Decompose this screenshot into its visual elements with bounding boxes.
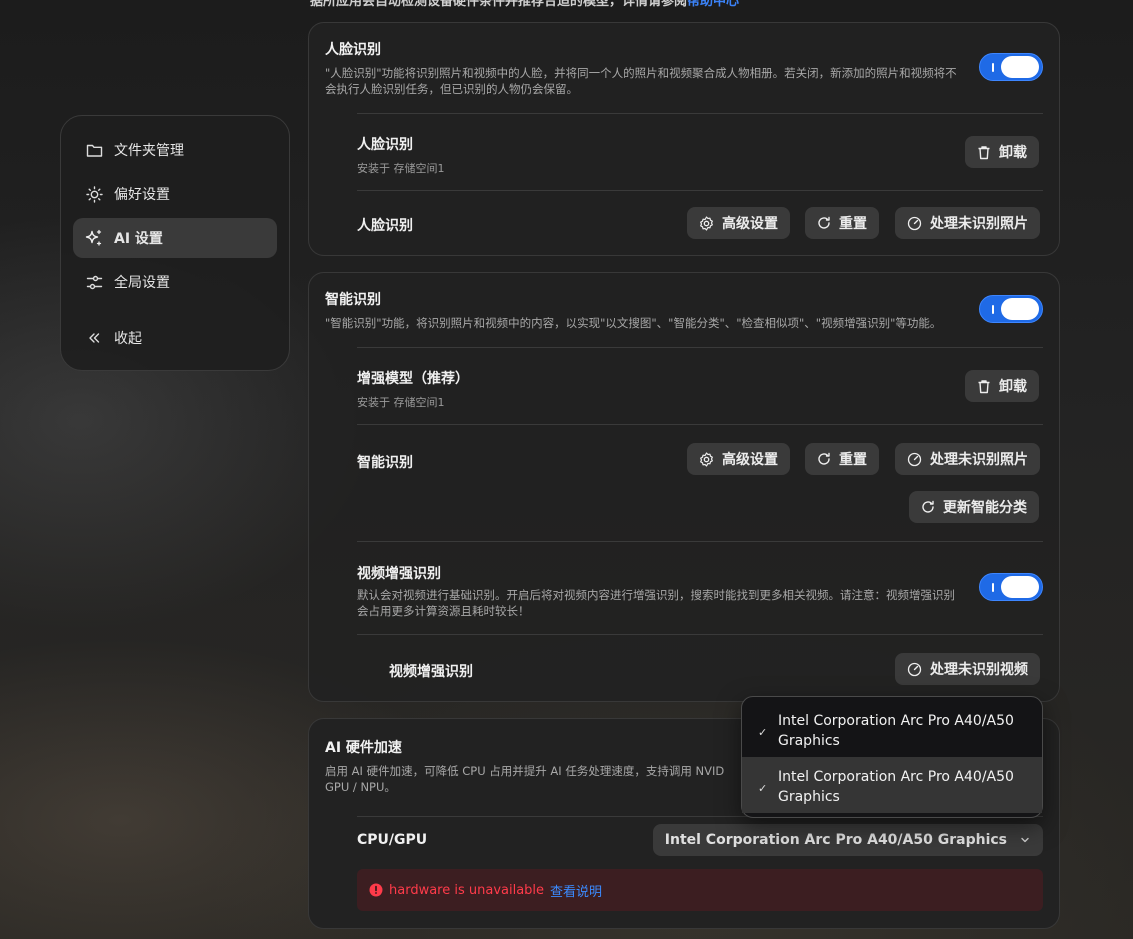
refresh-icon <box>818 216 830 229</box>
gauge-icon <box>907 662 922 676</box>
help-center-link[interactable]: 帮助中心 <box>687 0 739 9</box>
refresh-icon <box>818 452 830 465</box>
dropdown-option[interactable]: ✓ Intel Corporation Arc Pro A40/A50 Grap… <box>742 701 1042 757</box>
trash-icon <box>978 145 990 159</box>
card-description: "智能识别"功能，将识别照片和视频中的内容，以实现"以文搜图"、"智能分类"、"… <box>325 316 942 330</box>
refresh-icon <box>922 500 934 513</box>
top-clipped-text: 据所应用会自动检测设备硬件条件并推荐合适的模型，详情请参阅帮助中心 <box>310 0 739 9</box>
face-uninstall-button[interactable]: 卸载 <box>965 136 1039 168</box>
sidebar-collapse-button[interactable]: 收起 <box>73 318 277 358</box>
trash-icon <box>978 379 990 393</box>
smart-recognition-card: 智能识别 "智能识别"功能，将识别照片和视频中的内容，以实现"以文搜图"、"智能… <box>308 272 1060 702</box>
video-enhanced-row: 视频增强识别 默认会对视频进行基础识别。开启后将对视频内容进行增强识别，搜索时能… <box>357 566 955 618</box>
device-dropdown-menu: ✓ Intel Corporation Arc Pro A40/A50 Grap… <box>741 696 1043 818</box>
smart-process-unrecognized-button[interactable]: 处理未识别照片 <box>895 443 1040 475</box>
folder-icon <box>85 141 103 159</box>
gear-icon <box>700 215 713 231</box>
sliders-icon <box>85 273 103 291</box>
face-recognition-toggle[interactable] <box>979 53 1043 81</box>
smart-uninstall-button[interactable]: 卸载 <box>965 370 1039 402</box>
gauge-icon <box>907 216 922 230</box>
sidebar-item-preferences[interactable]: 偏好设置 <box>73 174 277 214</box>
smart-recognition-toggle[interactable] <box>979 295 1043 323</box>
sidebar-item-folders[interactable]: 文件夹管理 <box>73 130 277 170</box>
hardware-error-alert: hardware is unavailable 查看说明 <box>357 869 1043 911</box>
update-smart-classification-button[interactable]: 更新智能分类 <box>909 491 1039 523</box>
sidebar-item-global-settings[interactable]: 全局设置 <box>73 262 277 302</box>
sidebar: 文件夹管理 偏好设置 AI 设置 全局设置 收起 <box>60 115 290 371</box>
double-chevron-left-icon <box>85 329 103 347</box>
face-reset-button[interactable]: 重置 <box>805 207 879 239</box>
gauge-icon <box>907 452 922 466</box>
face-advanced-settings-button[interactable]: 高级设置 <box>687 207 790 239</box>
video-enhanced-toggle[interactable] <box>979 573 1043 601</box>
check-icon: ✓ <box>758 782 768 795</box>
card-title: 人脸识别 <box>325 42 381 58</box>
card-title: 智能识别 <box>325 292 381 308</box>
face-process-unrecognized-button[interactable]: 处理未识别照片 <box>895 207 1040 239</box>
error-icon <box>369 883 383 897</box>
chevron-down-icon <box>1021 837 1029 843</box>
sidebar-item-ai-settings[interactable]: AI 设置 <box>73 218 277 258</box>
sparkle-icon <box>85 229 103 247</box>
smart-advanced-settings-button[interactable]: 高级设置 <box>687 443 790 475</box>
device-select[interactable]: Intel Corporation Arc Pro A40/A50 Graphi… <box>652 824 1043 856</box>
process-unrecognized-video-button[interactable]: 处理未识别视频 <box>895 653 1040 685</box>
card-description: "人脸识别"功能将识别照片和视频中的人脸，并将同一个人的照片和视频聚合成人物相册… <box>325 66 957 96</box>
smart-reset-button[interactable]: 重置 <box>805 443 879 475</box>
smart-model-row: 增强模型（推荐） 安装于 存储空间1 <box>357 371 469 409</box>
face-model-row: 人脸识别 安装于 存储空间1 <box>357 137 445 175</box>
dropdown-option[interactable]: ✓ Intel Corporation Arc Pro A40/A50 Grap… <box>742 757 1042 813</box>
gear-icon <box>700 451 713 467</box>
view-help-link[interactable]: 查看说明 <box>550 881 602 900</box>
check-icon: ✓ <box>758 726 768 739</box>
face-recognition-card: 人脸识别 "人脸识别"功能将识别照片和视频中的人脸，并将同一个人的照片和视频聚合… <box>308 22 1060 256</box>
sun-icon <box>85 185 103 203</box>
